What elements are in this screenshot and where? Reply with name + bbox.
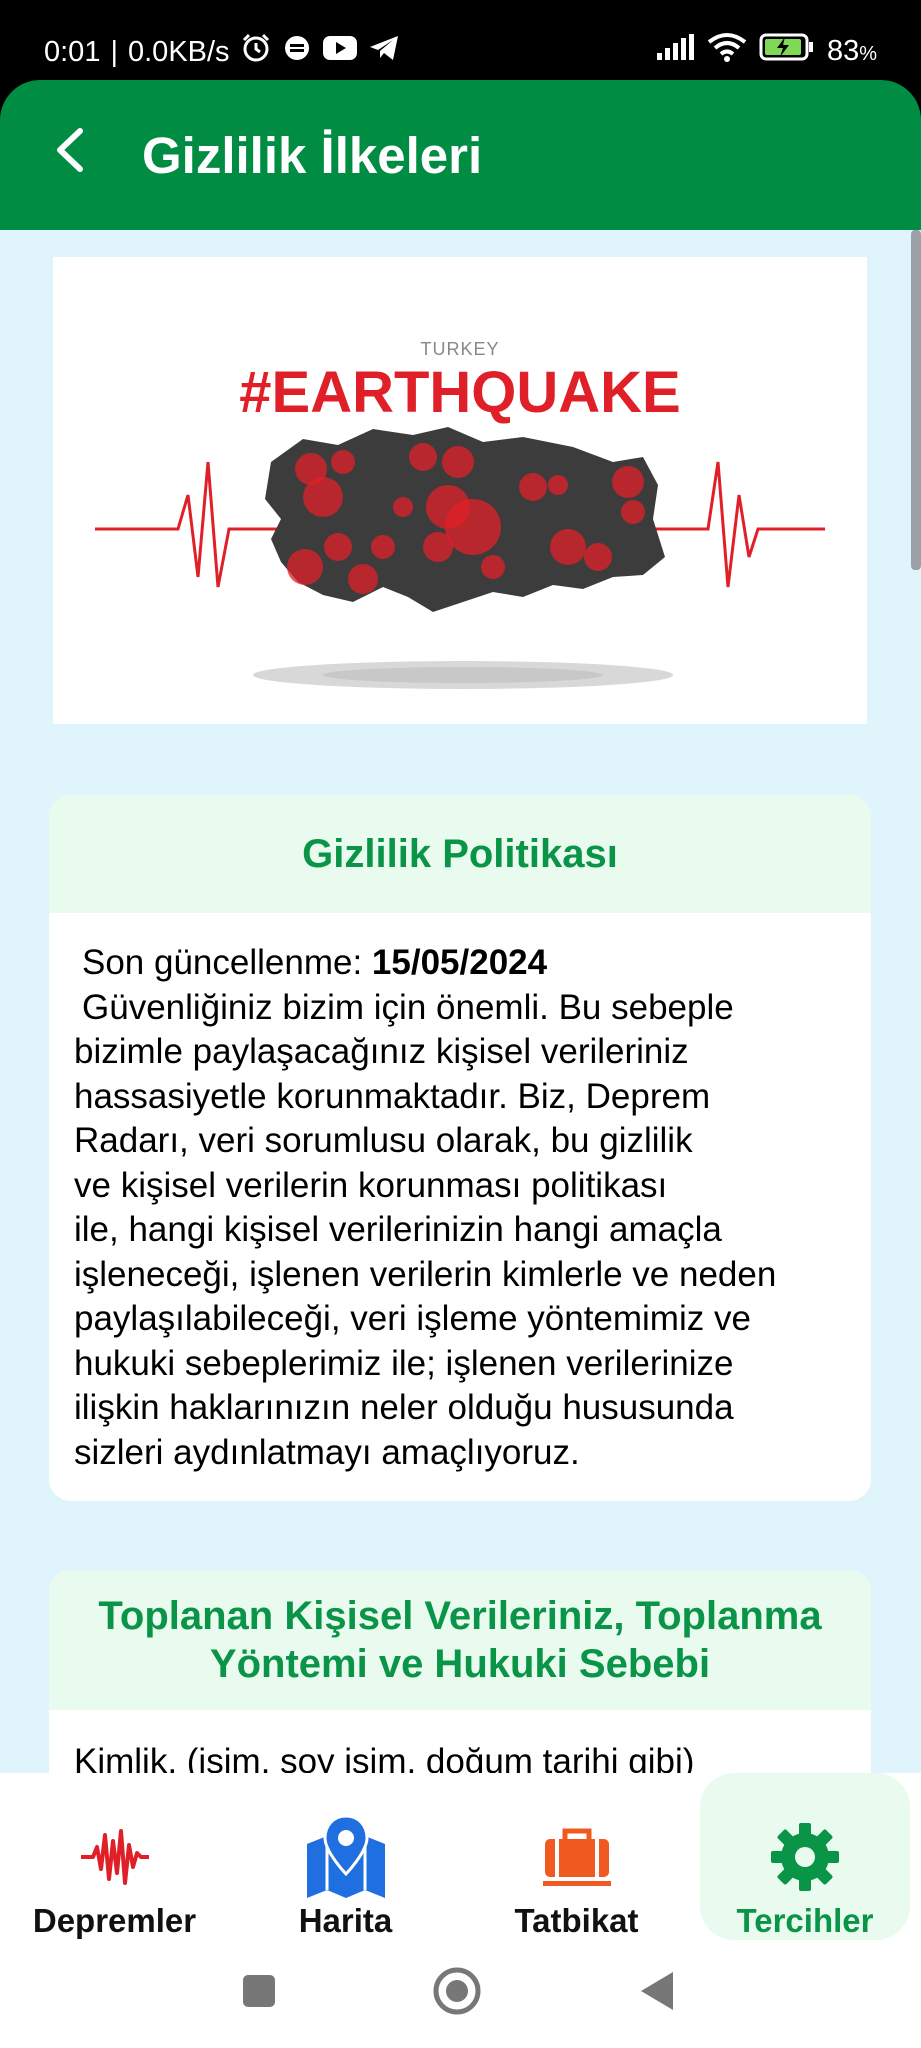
policy-line: Radarı, veri sorumlusu olarak, bu gizlil… — [74, 1121, 693, 1160]
battery-level: 83 — [826, 34, 860, 67]
bottom-navigation: Depremler Harita Tatbikat Tercihler — [0, 1773, 921, 1940]
nav-label: Depremler — [32, 1902, 197, 1939]
signal-icon — [655, 33, 695, 69]
telegram-icon — [368, 33, 400, 71]
privacy-policy-card: Gizlilik Politikası Son güncellenme: 15/… — [49, 795, 871, 1501]
triangle-back-icon — [637, 1970, 677, 2017]
collected-data-heading-line: Toplanan Kişisel Verileriniz, Toplanma — [98, 1594, 822, 1638]
nav-item-tercihler[interactable]: Tercihler — [700, 1773, 910, 1940]
policy-line: sizleri aydınlatmayı amaçlıyoruz. — [74, 1432, 580, 1472]
privacy-policy-body: Son güncellenme: 15/05/2024 Güvenliğiniz… — [49, 913, 871, 1475]
collected-data-card: Toplanan Kişisel Verileriniz, Toplanma Y… — [49, 1570, 871, 1773]
content-scroll-area[interactable]: TURKEY #EARTHQUAKE Gizlilik Politikası S… — [0, 230, 921, 1773]
system-navigation-bar — [0, 1940, 921, 2048]
circle-icon — [432, 1966, 482, 2021]
back-button[interactable] — [40, 122, 100, 182]
policy-line: işleneceği, işlenen verilerin kimlerle v… — [74, 1254, 777, 1294]
battery-charging-icon — [759, 32, 815, 70]
nav-item-tatbikat[interactable]: Tatbikat — [474, 1773, 679, 1940]
earthquake-banner-image: TURKEY #EARTHQUAKE — [53, 257, 867, 724]
privacy-policy-heading: Gizlilik Politikası — [49, 795, 871, 913]
updated-date: 15/05/2024 — [371, 943, 548, 982]
policy-line: bizimle paylaşacağınız kişisel verilerin… — [74, 1032, 689, 1071]
policy-line: ilişkin haklarınızın neler olduğu hususu… — [74, 1388, 734, 1427]
page-title: Gizlilik İlkeleri — [142, 127, 483, 184]
status-separator: | — [110, 35, 118, 68]
policy-line: ve kişisel verilerin korunması politikas… — [74, 1165, 668, 1205]
youtube-icon — [322, 34, 358, 70]
status-speed: 0.0KB/s — [128, 35, 230, 68]
policy-line: paylaşılabileceği, veri işleme yöntemimi… — [74, 1299, 751, 1338]
status-bar: 0:01 | 0.0KB/s 83% — [0, 0, 921, 80]
scrollbar[interactable] — [911, 230, 921, 570]
policy-line: hassasiyetle korunmaktadır. Biz, Deprem — [74, 1076, 711, 1116]
nav-label: Harita — [298, 1902, 393, 1939]
policy-line: Güvenliğiniz bizim için önemli. Bu sebep… — [82, 987, 734, 1027]
nav-item-depremler[interactable]: Depremler — [12, 1773, 217, 1940]
status-time: 0:01 — [44, 35, 101, 68]
wifi-icon — [707, 32, 747, 70]
updated-label: Son güncellenme: — [82, 943, 372, 982]
square-icon — [241, 1973, 277, 2014]
back-nav-button[interactable] — [632, 1968, 682, 2018]
recent-apps-button[interactable] — [234, 1968, 284, 2018]
status-left: 0:01 | 0.0KB/s — [44, 32, 400, 72]
nav-label: Tatbikat — [514, 1902, 639, 1939]
collected-data-heading: Toplanan Kişisel Verileriniz, Toplanma Y… — [49, 1570, 871, 1710]
home-button[interactable] — [432, 1966, 482, 2021]
alarm-icon — [240, 32, 272, 72]
seismograph-icon — [79, 1813, 151, 1900]
banner-hashtag-text: #EARTHQUAKE — [239, 360, 681, 425]
nav-item-harita[interactable]: Harita — [243, 1773, 448, 1940]
policy-line: hukuki sebeplerimiz ile; işlenen veriler… — [74, 1343, 734, 1383]
policy-line: ile, hangi kişisel verilerinizin hangi a… — [74, 1210, 722, 1249]
map-pin-icon — [303, 1813, 389, 1900]
briefcase-icon — [541, 1813, 613, 1900]
collected-data-body: Kimlik, (isim, soy isim, doğum tarihi gi… — [74, 1742, 695, 1773]
gear-icon — [769, 1813, 841, 1900]
chevron-left-icon — [50, 125, 90, 180]
chat-icon — [282, 33, 312, 71]
nav-label: Tercihler — [736, 1902, 874, 1939]
battery-unit: % — [859, 42, 877, 65]
updated-line: Son güncellenme: 15/05/2024 — [74, 941, 846, 986]
collected-data-heading-line: Yöntemi ve Hukuki Sebebi — [209, 1642, 711, 1686]
app-bar: Gizlilik İlkeleri — [0, 80, 921, 230]
banner-country-text: TURKEY — [420, 339, 500, 359]
status-right: 83% — [655, 32, 877, 70]
